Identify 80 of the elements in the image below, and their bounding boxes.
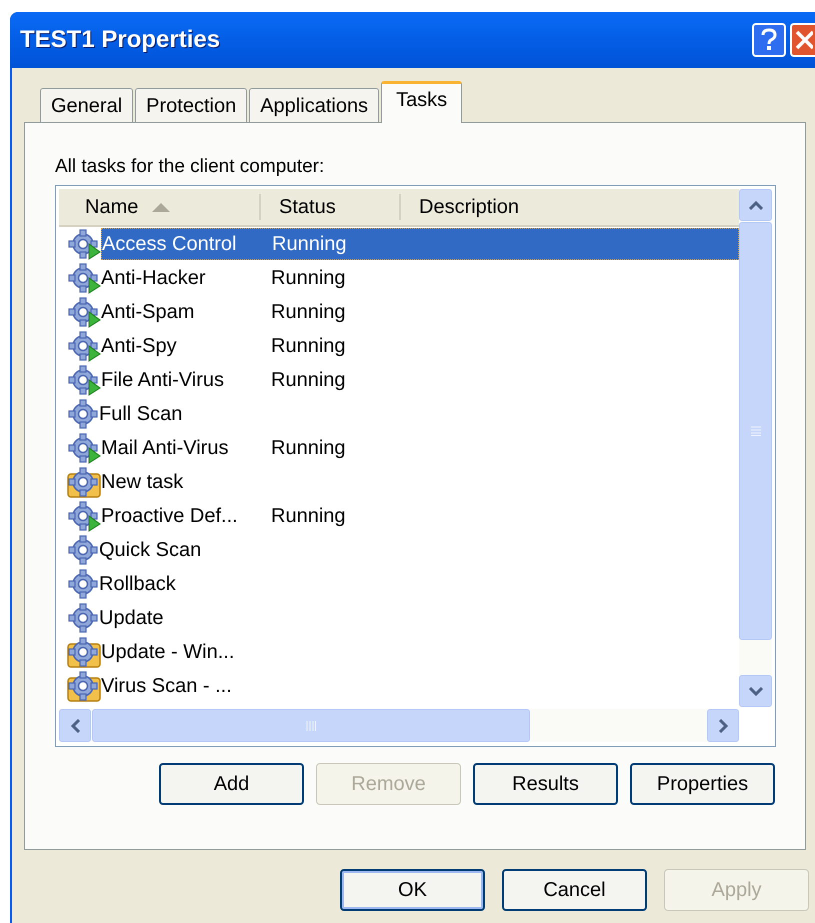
tab[interactable]: Applications bbox=[249, 88, 380, 122]
task-name: Full Scan bbox=[99, 402, 184, 427]
scroll-up-button[interactable] bbox=[739, 189, 772, 221]
chevron-right-icon bbox=[718, 718, 728, 732]
horizontal-scrollbar[interactable] bbox=[59, 709, 739, 742]
task-name: Anti-Hacker bbox=[101, 266, 206, 291]
task-status: Running bbox=[271, 334, 346, 359]
task-name: Quick Scan bbox=[99, 538, 202, 563]
task-status: Running bbox=[271, 300, 346, 325]
gear-icon bbox=[67, 398, 99, 430]
task-status: Running bbox=[271, 504, 346, 529]
task-row[interactable]: Proactive Def... Running bbox=[101, 500, 739, 532]
gear-icon bbox=[67, 534, 99, 566]
task-name: Proactive Def... bbox=[101, 504, 239, 529]
button[interactable]: Add bbox=[159, 763, 304, 805]
task-row[interactable]: Anti-Spy Running bbox=[101, 330, 739, 362]
task-name: Update bbox=[99, 606, 164, 631]
gear-play-icon bbox=[67, 296, 101, 328]
task-name: Mail Anti-Virus bbox=[101, 436, 230, 461]
task-row[interactable]: Anti-Spam Running bbox=[101, 296, 739, 328]
gear-play-icon bbox=[67, 364, 101, 396]
folder-gear-icon bbox=[67, 466, 101, 498]
task-name: File Anti-Virus bbox=[101, 368, 226, 393]
gear-play-icon bbox=[67, 330, 101, 362]
button[interactable]: Properties bbox=[630, 763, 775, 805]
chevron-up-icon bbox=[748, 200, 762, 210]
task-name: Virus Scan - ... bbox=[101, 674, 233, 699]
task-row[interactable]: Update - Win... bbox=[101, 636, 739, 668]
chevron-down-icon bbox=[748, 686, 762, 696]
button[interactable]: Cancel bbox=[502, 869, 647, 911]
gear-icon bbox=[67, 568, 99, 600]
task-status: Running bbox=[271, 436, 346, 461]
task-name: Rollback bbox=[99, 572, 177, 597]
task-row[interactable]: Update bbox=[99, 602, 739, 634]
gear-play-icon bbox=[67, 432, 101, 464]
tab[interactable]: Protection bbox=[135, 88, 248, 122]
close-icon bbox=[795, 30, 813, 50]
task-name: Update - Win... bbox=[101, 640, 236, 665]
task-status: Running bbox=[271, 266, 346, 291]
task-row[interactable]: Access Control Running bbox=[101, 228, 739, 260]
scroll-right-button[interactable] bbox=[707, 709, 739, 742]
task-row[interactable]: Virus Scan - ... bbox=[101, 670, 739, 702]
list-label: All tasks for the client computer: bbox=[55, 155, 326, 179]
task-row[interactable]: File Anti-Virus Running bbox=[101, 364, 739, 396]
task-name: New task bbox=[101, 470, 184, 495]
column-header[interactable]: Status bbox=[259, 194, 399, 220]
task-row[interactable]: Rollback bbox=[99, 568, 739, 600]
task-name: Anti-Spy bbox=[101, 334, 178, 359]
scroll-left-button[interactable] bbox=[59, 709, 91, 742]
tab[interactable]: Tasks bbox=[381, 81, 462, 123]
window-title: TEST1 Properties bbox=[20, 25, 220, 55]
chevron-left-icon bbox=[70, 718, 80, 732]
scroll-down-button[interactable] bbox=[739, 675, 772, 707]
task-row[interactable]: New task bbox=[101, 466, 739, 498]
task-row[interactable]: Mail Anti-Virus Running bbox=[101, 432, 739, 464]
gear-play-icon bbox=[67, 228, 101, 260]
vertical-scrollbar[interactable] bbox=[739, 189, 772, 707]
task-status: Running bbox=[272, 232, 347, 257]
task-status: Running bbox=[271, 368, 346, 393]
grip-icon bbox=[306, 720, 316, 730]
button[interactable]: Results bbox=[473, 763, 618, 805]
task-name: Anti-Spam bbox=[101, 300, 196, 325]
folder-gear-icon bbox=[67, 670, 101, 702]
task-row[interactable]: Full Scan bbox=[99, 398, 739, 430]
gear-icon bbox=[67, 602, 99, 634]
close-button[interactable] bbox=[790, 23, 815, 57]
tab[interactable]: General bbox=[40, 88, 134, 122]
help-button[interactable] bbox=[752, 23, 786, 57]
gear-play-icon bbox=[67, 500, 101, 532]
column-header[interactable]: Name bbox=[59, 189, 259, 225]
task-row[interactable]: Quick Scan bbox=[99, 534, 739, 566]
help-icon bbox=[760, 28, 778, 52]
scroll-thumb[interactable] bbox=[739, 222, 772, 640]
task-name: Access Control bbox=[102, 232, 238, 257]
folder-gear-icon bbox=[67, 636, 101, 668]
button[interactable]: OK bbox=[340, 869, 485, 911]
grip-icon bbox=[750, 426, 760, 436]
task-row[interactable]: Anti-Hacker Running bbox=[101, 262, 739, 294]
scroll-thumb[interactable] bbox=[92, 709, 530, 742]
gear-play-icon bbox=[67, 262, 101, 294]
